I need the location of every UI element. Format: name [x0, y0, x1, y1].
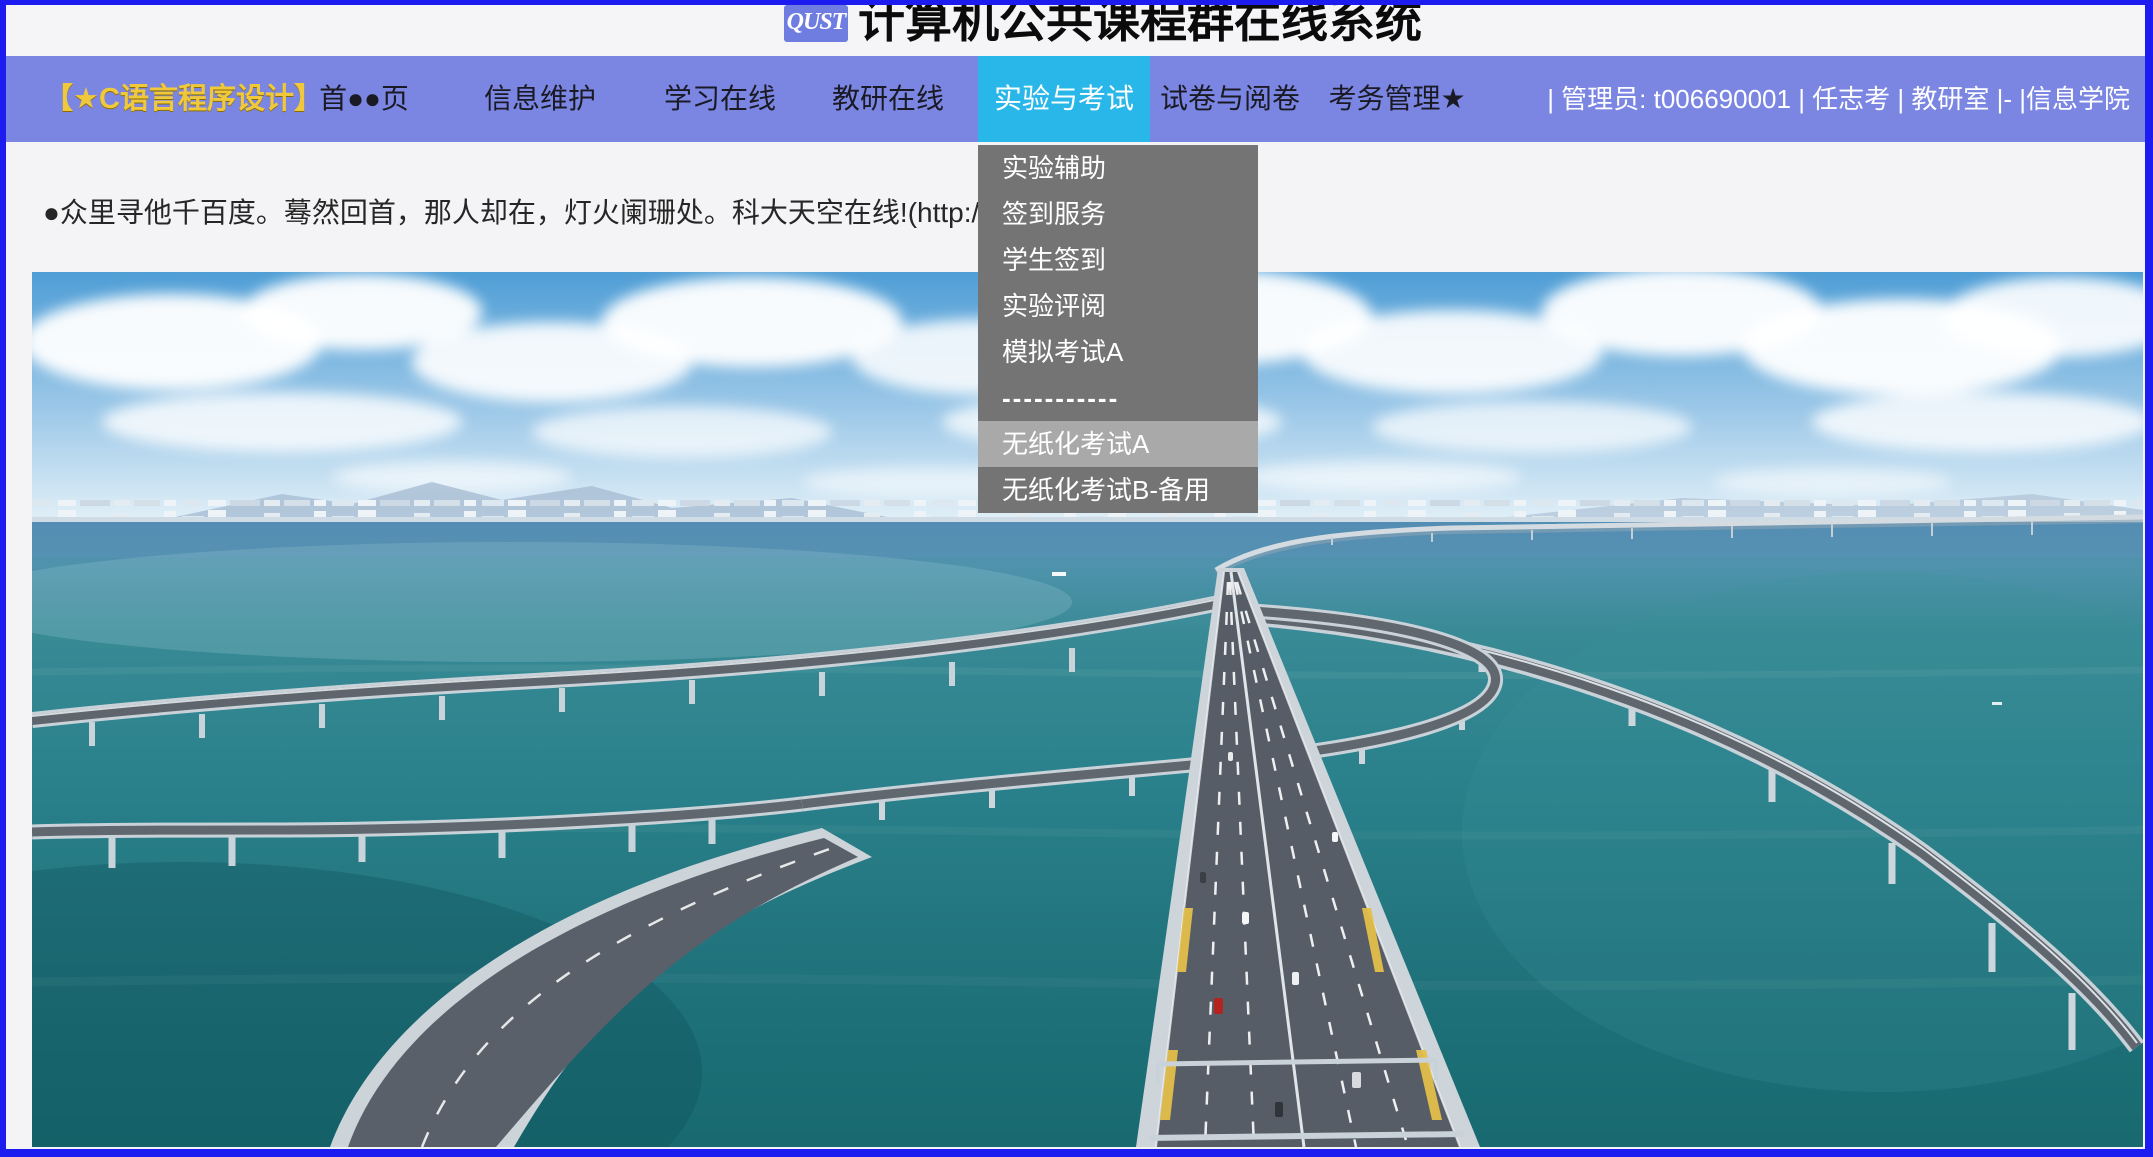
menu-item-experiment-assist[interactable]: 实验辅助: [978, 145, 1258, 191]
menu-item-experiment-review[interactable]: 实验评阅: [978, 283, 1258, 329]
nav-item-research-online[interactable]: 教研在线: [832, 56, 944, 142]
nav-item-learning-online[interactable]: 学习在线: [664, 56, 776, 142]
title-bar: QUST 计算机公共课程群在线系统: [6, 5, 2145, 56]
page-title: 计算机公共课程群在线系统: [858, 5, 1422, 46]
qust-logo-icon: QUST: [784, 5, 848, 42]
menu-item-student-signin[interactable]: 学生签到: [978, 237, 1258, 283]
nav-item-exam-admin[interactable]: 考务管理★: [1328, 56, 1465, 142]
page-frame: QUST 计算机公共课程群在线系统 【★C语言程序设计】 首●●页 信息维护 学…: [0, 0, 2153, 1157]
notice-marquee: ●众里寻他千百度。蓦然回首，那人却在，灯火阑珊处。科大天空在线!(http://…: [43, 191, 1068, 231]
experiment-exam-dropdown: 实验辅助 签到服务 学生签到 实验评阅 模拟考试A ----------- 无纸…: [978, 145, 1258, 513]
menu-item-paperless-exam-b[interactable]: 无纸化考试B-备用: [978, 467, 1258, 513]
main-navbar: 【★C语言程序设计】 首●●页 信息维护 学习在线 教研在线 实验与考试 试卷与…: [6, 56, 2145, 142]
menu-item-paperless-exam-a[interactable]: 无纸化考试A: [978, 421, 1258, 467]
nav-tab-experiment-exam[interactable]: 实验与考试: [978, 56, 1150, 142]
menu-separator: -----------: [978, 375, 1258, 421]
course-label: 【★C语言程序设计】: [44, 56, 323, 142]
menu-item-mock-exam-a[interactable]: 模拟考试A: [978, 329, 1258, 375]
nav-item-papers-grading[interactable]: 试卷与阅卷: [1160, 56, 1300, 142]
menu-item-signin-service[interactable]: 签到服务: [978, 191, 1258, 237]
user-info-links[interactable]: | 管理员: t006690001 | 任志考 | 教研室 |- |信息学院: [1547, 56, 2130, 142]
nav-item-home[interactable]: 首●●页: [319, 56, 409, 142]
nav-item-info-maintenance[interactable]: 信息维护: [484, 56, 596, 142]
